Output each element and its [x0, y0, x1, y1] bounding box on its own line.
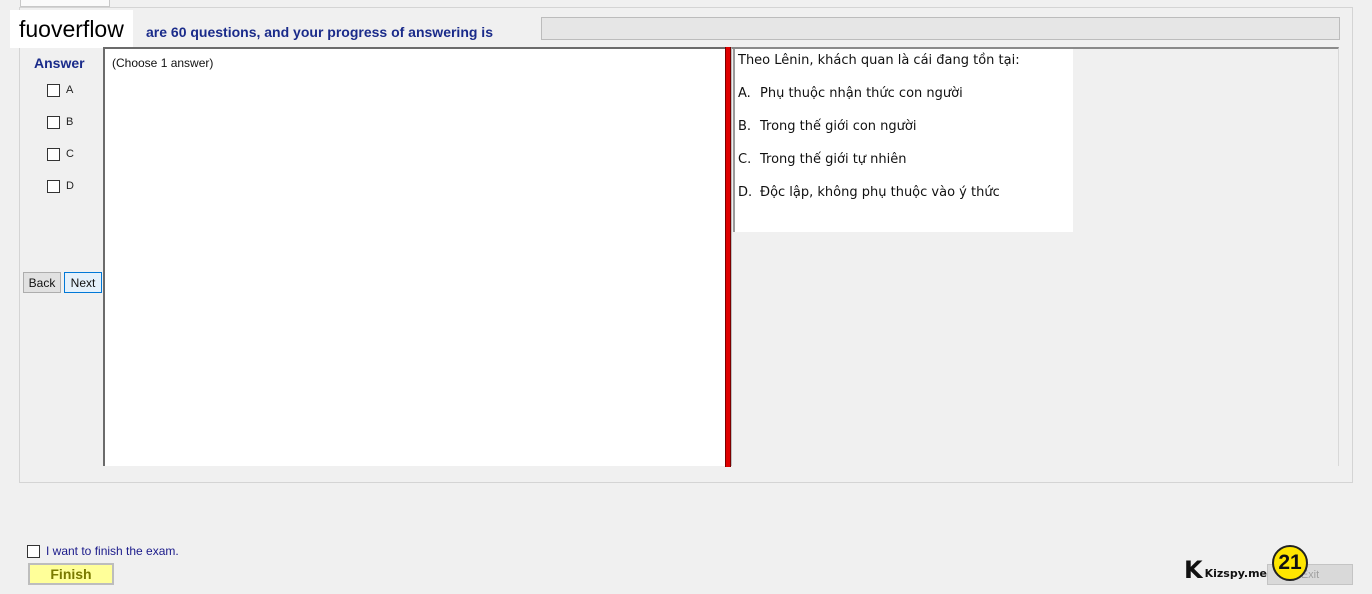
choice-text: Độc lập, không phụ thuộc vào ý thức [760, 185, 1000, 200]
back-button[interactable]: Back [23, 272, 61, 293]
checkbox-d[interactable] [47, 179, 60, 193]
choice-letter: A. [738, 86, 751, 101]
kizspy-logo: K Kizspy.me [1184, 558, 1267, 582]
answer-option-a-label: A [66, 84, 74, 96]
answer-option-b[interactable]: B [47, 114, 73, 130]
finish-exam-label: I want to finish the exam. [46, 544, 179, 558]
answer-option-d[interactable]: D [47, 178, 74, 194]
choice-text: Trong thế giới con người [760, 119, 917, 134]
question-number-badge: 21 [1272, 545, 1308, 581]
choice-text: Trong thế giới tự nhiên [760, 152, 907, 167]
progress-description: are 60 questions, and your progress of a… [146, 24, 493, 40]
choice-letter: C. [738, 152, 752, 167]
finish-exam-checkbox[interactable] [27, 544, 40, 558]
question-choice-c: C. Trong thế giới tự nhiên [738, 152, 907, 167]
choice-letter: B. [738, 119, 752, 134]
choose-hint: (Choose 1 answer) [112, 56, 214, 70]
choice-text: Phụ thuộc nhận thức con người [760, 86, 963, 101]
question-box: Theo Lênin, khách quan là cái đang tồn t… [733, 49, 1073, 232]
answer-progress-bar [541, 17, 1340, 40]
kizspy-logo-text: Kizspy.me [1204, 567, 1267, 580]
answer-option-c[interactable]: C [47, 146, 74, 162]
answer-option-b-label: B [66, 116, 74, 128]
checkbox-a[interactable] [47, 83, 60, 97]
next-button[interactable]: Next [64, 272, 102, 293]
question-choice-b: B. Trong thế giới con người [738, 119, 916, 134]
answer-panel: (Choose 1 answer) [103, 47, 725, 466]
exam-tab[interactable] [20, 0, 110, 7]
question-choice-d: D. Độc lập, không phụ thuộc vào ý thức [738, 185, 1000, 200]
question-choice-a: A. Phụ thuộc nhận thức con người [738, 86, 963, 101]
question-title: Theo Lênin, khách quan là cái đang tồn t… [738, 53, 1020, 68]
choice-letter: D. [738, 185, 753, 200]
finish-exam-option[interactable]: I want to finish the exam. [27, 544, 179, 558]
answer-option-c-label: C [66, 148, 74, 160]
answer-option-a[interactable]: A [47, 82, 73, 98]
checkbox-b[interactable] [47, 115, 60, 129]
checkbox-c[interactable] [47, 147, 60, 161]
answer-option-d-label: D [66, 180, 74, 192]
kizspy-logo-mark: K [1184, 556, 1203, 584]
answer-label: Answer [34, 55, 85, 71]
finish-button[interactable]: Finish [28, 563, 114, 585]
fuoverflow-watermark: fuoverflow [10, 10, 133, 48]
